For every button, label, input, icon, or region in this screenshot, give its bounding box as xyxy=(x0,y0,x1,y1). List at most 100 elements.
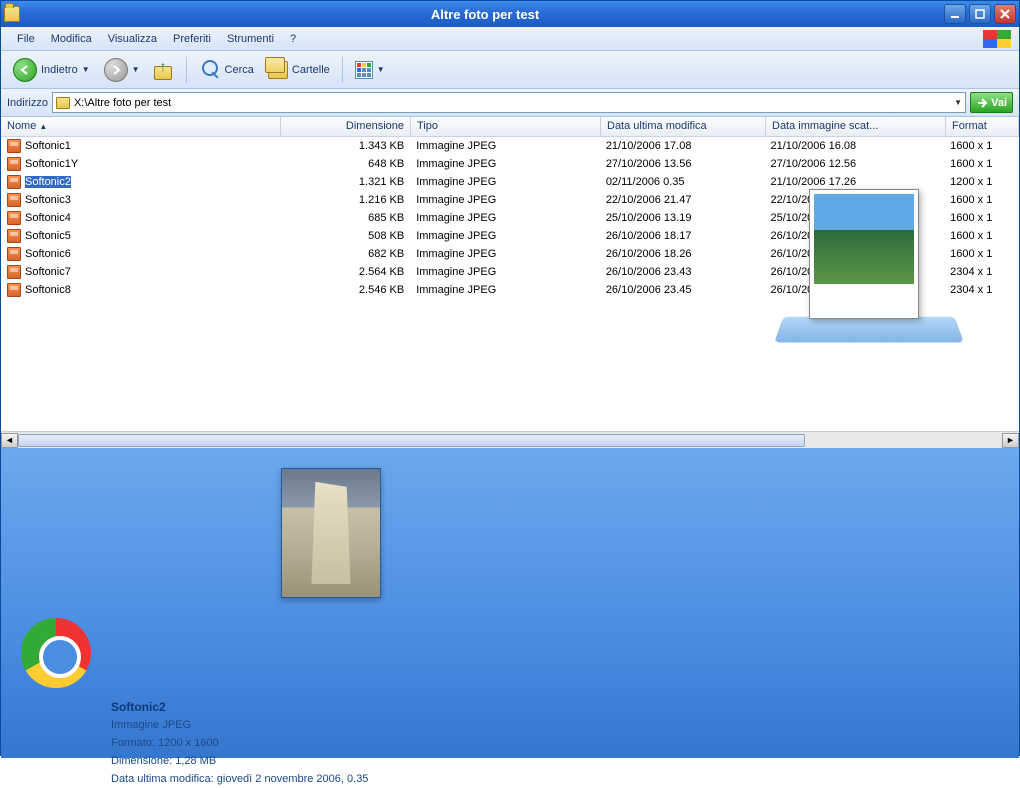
menu-strumenti[interactable]: Strumenti xyxy=(219,30,282,48)
windows-flag-icon[interactable] xyxy=(983,30,1011,48)
file-name: Softonic2 xyxy=(25,176,71,188)
file-type: Immagine JPEG xyxy=(410,176,600,188)
file-size: 508 KB xyxy=(280,230,410,242)
window-title: Altre foto per test xyxy=(26,7,944,22)
folders-label: Cartelle xyxy=(292,64,330,76)
menu-file[interactable]: File xyxy=(9,30,43,48)
sort-asc-icon: ▲ xyxy=(39,122,47,131)
back-button[interactable]: Indietro ▼ xyxy=(7,54,96,86)
search-button[interactable]: Cerca xyxy=(193,55,260,85)
file-size: 2.564 KB xyxy=(280,266,410,278)
file-size: 685 KB xyxy=(280,212,410,224)
file-format: 1200 x 1 xyxy=(944,176,1019,188)
file-date-mod: 22/10/2006 21.47 xyxy=(600,194,765,206)
column-headers: Nome ▲ Dimensione Tipo Data ultima modif… xyxy=(1,117,1019,137)
col-data-img[interactable]: Data immagine scat... xyxy=(766,117,946,136)
col-tipo[interactable]: Tipo xyxy=(411,117,601,136)
search-label: Cerca xyxy=(225,64,254,76)
thumbnail-tooltip xyxy=(779,189,959,349)
file-size: 1.321 KB xyxy=(280,176,410,188)
back-icon xyxy=(13,58,37,82)
file-format: 1600 x 1 xyxy=(944,140,1019,152)
file-name: Softonic1Y xyxy=(25,158,78,170)
file-name: Softonic3 xyxy=(25,194,71,206)
details-type: Immagine JPEG xyxy=(111,716,368,734)
file-date-img: 21/10/2006 16.08 xyxy=(764,140,944,152)
file-type: Immagine JPEG xyxy=(410,266,600,278)
views-button[interactable]: ▼ xyxy=(349,57,391,83)
scroll-left-button[interactable]: ◄ xyxy=(1,433,18,448)
horizontal-scrollbar[interactable]: ◄ ► xyxy=(1,431,1019,448)
scroll-thumb[interactable] xyxy=(18,434,805,447)
forward-button[interactable]: ▼ xyxy=(98,54,146,86)
file-date-mod: 21/10/2006 17.08 xyxy=(600,140,765,152)
file-date-mod: 26/10/2006 23.43 xyxy=(600,266,765,278)
file-type: Immagine JPEG xyxy=(410,230,600,242)
col-nome[interactable]: Nome ▲ xyxy=(1,117,281,136)
file-name: Softonic4 xyxy=(25,212,71,224)
file-date-mod: 27/10/2006 13.56 xyxy=(600,158,765,170)
up-button[interactable]: ↑ xyxy=(148,56,180,84)
file-type: Immagine JPEG xyxy=(410,212,600,224)
address-dropdown-icon[interactable]: ▼ xyxy=(954,98,962,107)
address-bar: Indirizzo ▼ Vai xyxy=(1,89,1019,117)
col-dimensione[interactable]: Dimensione xyxy=(281,117,411,136)
minimize-button[interactable] xyxy=(944,4,966,24)
image-file-icon xyxy=(7,283,21,297)
file-list[interactable]: Softonic11.343 KBImmagine JPEG21/10/2006… xyxy=(1,137,1019,431)
file-size: 1.216 KB xyxy=(280,194,410,206)
scroll-track[interactable] xyxy=(18,433,1002,448)
go-button[interactable]: Vai xyxy=(970,92,1013,113)
details-formato: Formato: 1200 x 1600 xyxy=(111,734,368,752)
folders-button[interactable]: Cartelle xyxy=(262,57,336,83)
col-formato[interactable]: Format xyxy=(946,117,1019,136)
col-data-mod[interactable]: Data ultima modifica xyxy=(601,117,766,136)
details-title: Softonic2 xyxy=(111,698,368,716)
menu-modifica[interactable]: Modifica xyxy=(43,30,100,48)
file-size: 2.546 KB xyxy=(280,284,410,296)
details-thumbnail xyxy=(281,468,381,598)
file-date-img: 21/10/2006 17.26 xyxy=(764,176,944,188)
image-file-icon xyxy=(7,193,21,207)
menu-help[interactable]: ? xyxy=(282,30,304,48)
address-input-wrapper[interactable]: ▼ xyxy=(52,92,966,113)
maximize-button[interactable] xyxy=(969,4,991,24)
details-dimensione: Dimensione: 1,28 MB xyxy=(111,752,368,770)
views-dropdown-icon[interactable]: ▼ xyxy=(377,65,385,74)
folder-icon xyxy=(4,6,20,22)
toolbar: Indietro ▼ ▼ ↑ Cerca Cartelle ▼ xyxy=(1,51,1019,89)
scroll-right-button[interactable]: ► xyxy=(1002,433,1019,448)
file-date-img: 27/10/2006 12.56 xyxy=(764,158,944,170)
details-pane: Softonic2 Immagine JPEG Formato: 1200 x … xyxy=(1,448,1019,758)
file-date-mod: 26/10/2006 23.45 xyxy=(600,284,765,296)
image-file-icon xyxy=(7,229,21,243)
table-row[interactable]: Softonic11.343 KBImmagine JPEG21/10/2006… xyxy=(1,137,1019,155)
image-file-icon xyxy=(7,211,21,225)
back-dropdown-icon[interactable]: ▼ xyxy=(82,65,90,74)
table-row[interactable]: Softonic1Y648 KBImmagine JPEG27/10/2006 … xyxy=(1,155,1019,173)
up-folder-icon: ↑ xyxy=(154,60,174,80)
file-name: Softonic5 xyxy=(25,230,71,242)
address-input[interactable] xyxy=(74,97,950,109)
toolbar-separator xyxy=(186,57,187,83)
file-date-mod: 25/10/2006 13.19 xyxy=(600,212,765,224)
menu-preferiti[interactable]: Preferiti xyxy=(165,30,219,48)
file-type: Immagine JPEG xyxy=(410,248,600,260)
file-size: 648 KB xyxy=(280,158,410,170)
image-file-icon xyxy=(7,139,21,153)
file-type: Immagine JPEG xyxy=(410,158,600,170)
forward-dropdown-icon[interactable]: ▼ xyxy=(132,65,140,74)
menubar: File Modifica Visualizza Preferiti Strum… xyxy=(1,27,1019,51)
back-label: Indietro xyxy=(41,64,78,76)
titlebar: Altre foto per test xyxy=(1,1,1019,27)
image-file-icon xyxy=(7,175,21,189)
image-file-icon xyxy=(7,247,21,261)
address-folder-icon xyxy=(56,97,70,109)
go-label: Vai xyxy=(991,97,1007,109)
search-icon xyxy=(199,59,221,81)
file-date-mod: 02/11/2006 0.35 xyxy=(600,176,765,188)
menu-visualizza[interactable]: Visualizza xyxy=(100,30,165,48)
file-size: 682 KB xyxy=(280,248,410,260)
file-format: 1600 x 1 xyxy=(944,158,1019,170)
close-button[interactable] xyxy=(994,4,1016,24)
